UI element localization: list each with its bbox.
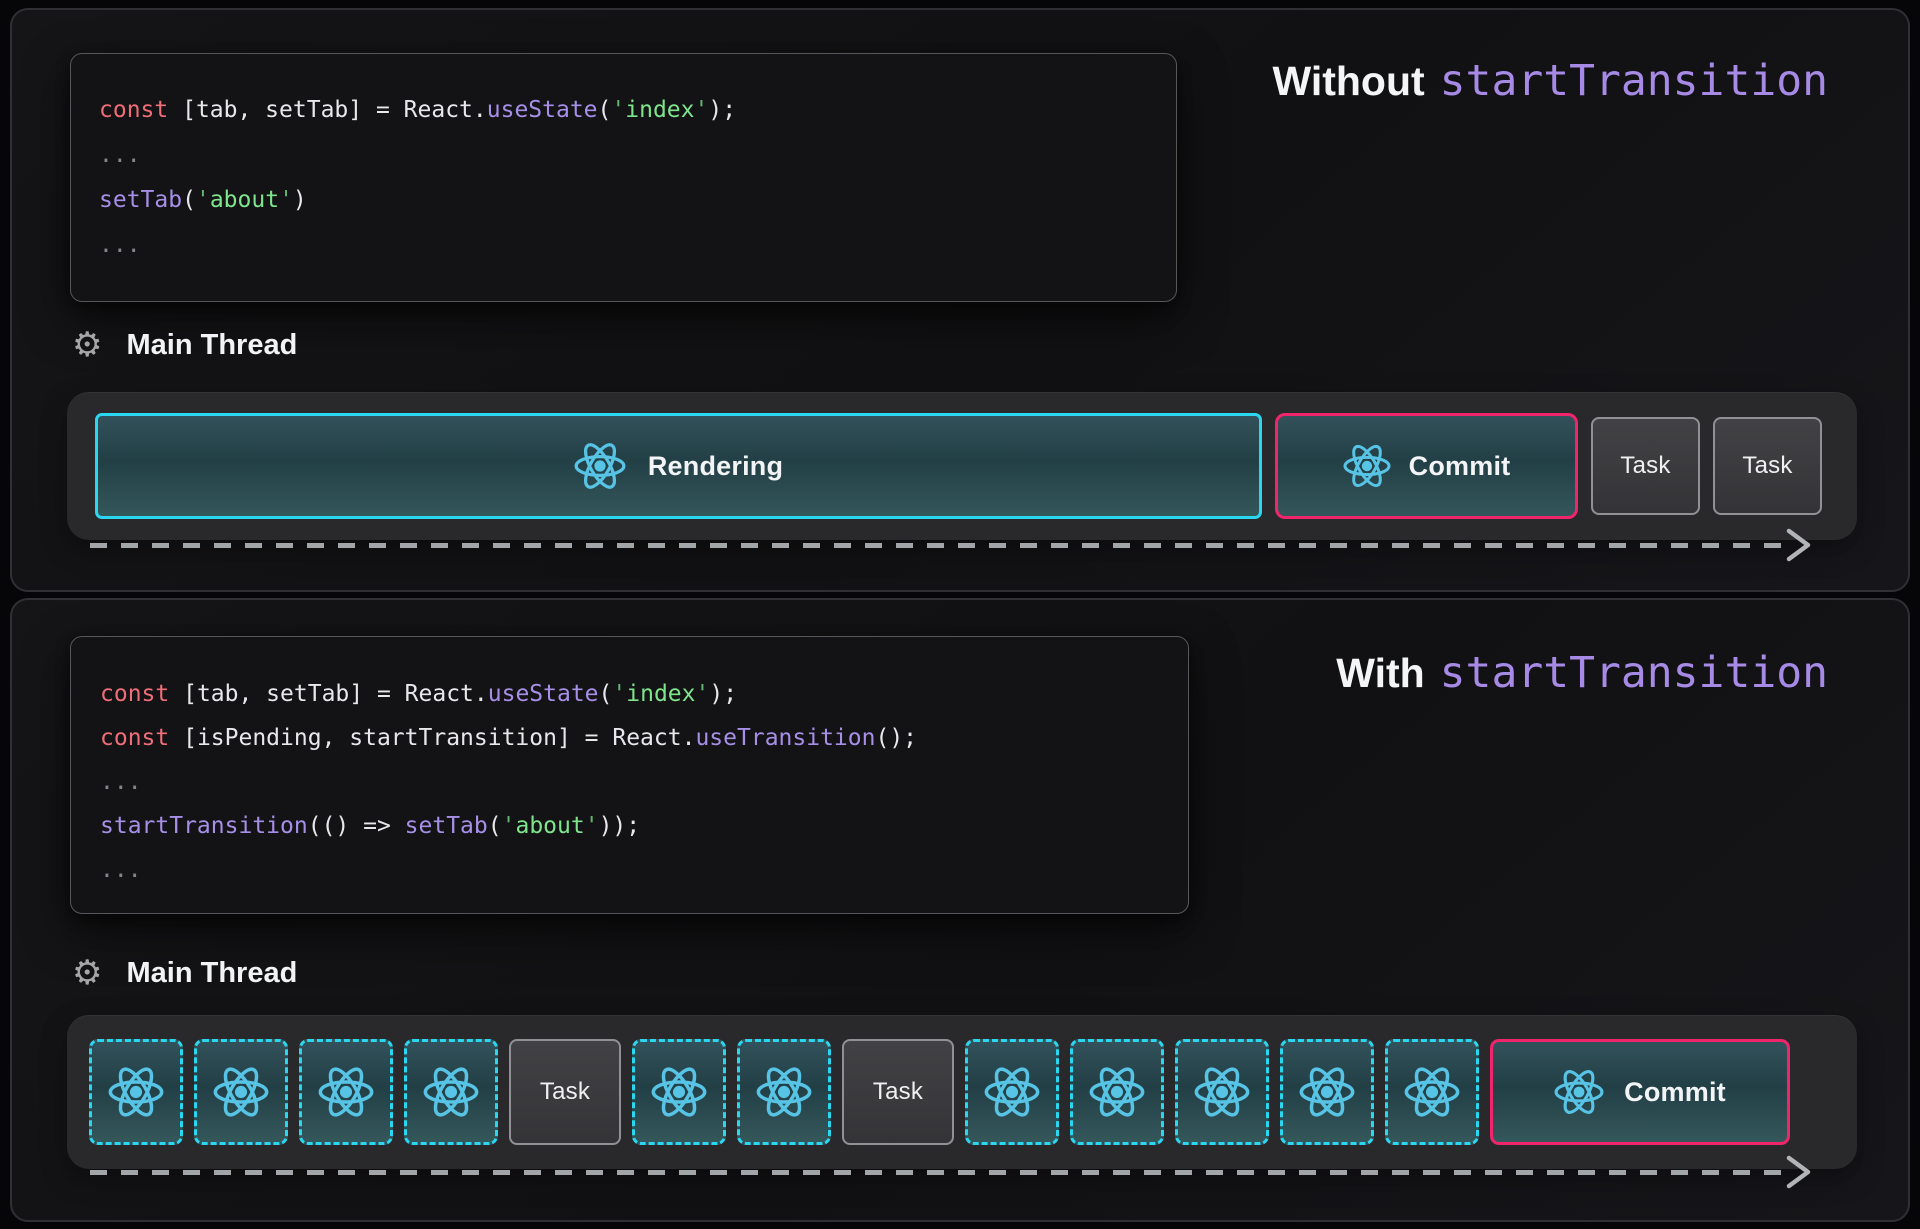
- react-logo-icon: [1554, 1067, 1604, 1117]
- panel-title-without: Without startTransition: [1273, 56, 1829, 106]
- code-block-without: const [tab, setTab] = React.useState('in…: [70, 53, 1177, 302]
- commit-block: Commit: [1275, 413, 1578, 519]
- react-logo-icon: [1194, 1064, 1250, 1120]
- panel-without: const [tab, setTab] = React.useState('in…: [10, 8, 1910, 592]
- bar-label: Rendering: [648, 451, 783, 482]
- react-work-slice: [1385, 1039, 1479, 1145]
- code-line: ...: [99, 133, 1176, 178]
- bar-label: Task: [1620, 452, 1670, 480]
- react-logo-icon: [574, 440, 626, 492]
- title-plain: With: [1336, 650, 1424, 697]
- code-line: startTransition(() => setTab('about'));: [100, 804, 1188, 848]
- code-line: const [tab, setTab] = React.useState('in…: [100, 672, 1188, 716]
- panel-title-with: With startTransition: [1336, 648, 1828, 698]
- react-work-slice: [965, 1039, 1059, 1145]
- bar-label: Commit: [1409, 451, 1511, 482]
- react-work-slice: [632, 1039, 726, 1145]
- timeline-dashed-line: [90, 1170, 1790, 1175]
- react-logo-icon: [984, 1064, 1040, 1120]
- code-line: setTab('about'): [99, 178, 1176, 223]
- react-logo-icon: [1343, 442, 1391, 490]
- task-block: Task: [1591, 417, 1700, 515]
- rendering-block: Rendering: [95, 413, 1262, 519]
- react-logo-icon: [108, 1064, 164, 1120]
- task-block: Task: [1713, 417, 1822, 515]
- timeline-dashed-line: [90, 543, 1790, 548]
- bar-label: Task: [540, 1078, 590, 1106]
- react-logo-icon: [756, 1064, 812, 1120]
- panel-with: const [tab, setTab] = React.useState('in…: [10, 598, 1910, 1222]
- main-thread-track-with: Task Task Commit: [67, 1015, 1857, 1169]
- bar-label: Task: [1742, 452, 1792, 480]
- task-block: Task: [509, 1039, 621, 1145]
- main-thread-text: Main Thread: [126, 329, 297, 362]
- code-block-with: const [tab, setTab] = React.useState('in…: [70, 636, 1189, 914]
- react-work-slice: [737, 1039, 831, 1145]
- react-starttransition-diagram: { "icons": { "gear": "⚙" }, "main_thread…: [0, 0, 1920, 1229]
- react-logo-icon: [423, 1064, 479, 1120]
- gear-icon: ⚙: [72, 956, 102, 990]
- react-work-slice: [89, 1039, 183, 1145]
- code-line: const [isPending, startTransition] = Rea…: [100, 716, 1188, 760]
- title-mono: startTransition: [1440, 56, 1828, 106]
- react-work-slice: [1280, 1039, 1374, 1145]
- react-work-slice: [299, 1039, 393, 1145]
- code-line: ...: [100, 760, 1188, 804]
- commit-block: Commit: [1490, 1039, 1790, 1145]
- main-thread-text: Main Thread: [126, 957, 297, 990]
- react-logo-icon: [213, 1064, 269, 1120]
- bar-label: Task: [873, 1078, 923, 1106]
- main-thread-label: ⚙ Main Thread: [72, 328, 297, 362]
- title-mono: startTransition: [1440, 648, 1828, 698]
- gear-icon: ⚙: [72, 328, 102, 362]
- task-block: Task: [842, 1039, 954, 1145]
- react-logo-icon: [1089, 1064, 1145, 1120]
- react-logo-icon: [318, 1064, 374, 1120]
- react-work-slice: [194, 1039, 288, 1145]
- code-line: const [tab, setTab] = React.useState('in…: [99, 88, 1176, 133]
- code-line: ...: [100, 848, 1188, 892]
- timeline-arrow-icon: [1784, 527, 1814, 563]
- timeline-arrow-icon: [1784, 1154, 1814, 1190]
- main-thread-track-without: Rendering Commit Task Task: [67, 392, 1857, 540]
- bar-label: Commit: [1624, 1077, 1726, 1108]
- react-work-slice: [1175, 1039, 1269, 1145]
- react-logo-icon: [1299, 1064, 1355, 1120]
- title-plain: Without: [1273, 58, 1425, 105]
- react-work-slice: [1070, 1039, 1164, 1145]
- react-logo-icon: [651, 1064, 707, 1120]
- code-line: ...: [99, 223, 1176, 268]
- react-logo-icon: [1404, 1064, 1460, 1120]
- react-work-slice: [404, 1039, 498, 1145]
- main-thread-label: ⚙ Main Thread: [72, 956, 297, 990]
